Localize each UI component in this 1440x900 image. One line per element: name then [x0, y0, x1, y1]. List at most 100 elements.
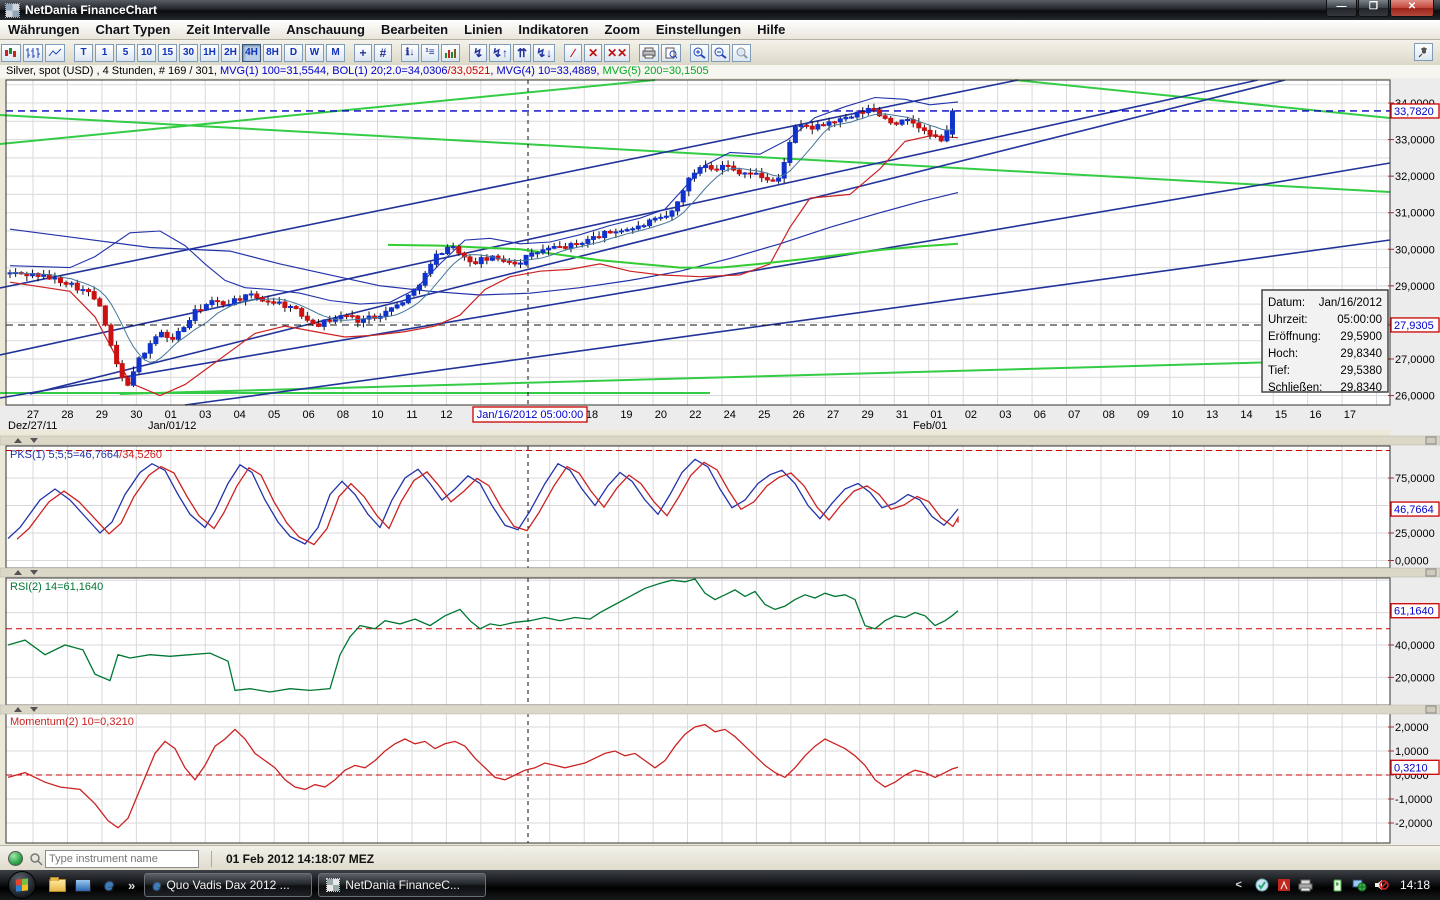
interval-button-30[interactable]: 30	[179, 44, 198, 62]
maximize-button[interactable]: ❐	[1358, 0, 1389, 17]
trendline-up-button[interactable]: ↯↑	[489, 44, 511, 62]
svg-text:10: 10	[1172, 409, 1184, 421]
channel-button[interactable]: ⇈	[513, 44, 531, 62]
interval-button-t[interactable]: T	[74, 44, 93, 62]
svg-text:28: 28	[61, 409, 73, 421]
data-list-button[interactable]: ¹≡	[421, 44, 439, 62]
svg-text:06: 06	[1034, 409, 1046, 421]
panel-rsi[interactable]	[6, 578, 1390, 705]
tray-volume-muted-icon[interactable]	[1374, 877, 1390, 893]
chart-area[interactable]: Datum:Jan/16/2012Uhrzeit:05:00:00Eröffnu…	[0, 78, 1440, 845]
quicklaunch-overflow-chevron[interactable]: »	[128, 878, 135, 893]
candle-info-box: Datum:Jan/16/2012Uhrzeit:05:00:00Eröffnu…	[1262, 290, 1388, 394]
crosshair-date-box: Jan/16/2012 05:00:00	[473, 407, 587, 422]
svg-text:Datum:: Datum:	[1268, 297, 1305, 309]
svg-text:PKS(1) 5;5;5=46,7664/34,5260: PKS(1) 5;5;5=46,7664/34,5260	[10, 449, 162, 461]
title-bar: NetDania FinanceChart — ❐ ✕	[0, 0, 1440, 20]
menu-item-indikatoren[interactable]: Indikatoren	[510, 22, 596, 37]
current-price-box: 33,7820	[1391, 104, 1439, 118]
info-tool-button[interactable]: ℹ↓	[401, 44, 419, 62]
interval-button-5[interactable]: 5	[116, 44, 135, 62]
print-button[interactable]	[639, 44, 659, 62]
menu-item-linien[interactable]: Linien	[456, 22, 510, 37]
svg-text:02: 02	[965, 409, 977, 421]
svg-text:19: 19	[620, 409, 632, 421]
menu-item-bearbeiten[interactable]: Bearbeiten	[373, 22, 456, 37]
trendline-button[interactable]: ↯	[469, 44, 487, 62]
delete-selected-button[interactable]: ✕	[584, 44, 602, 62]
minimize-button[interactable]: —	[1326, 0, 1357, 17]
close-button[interactable]: ✕	[1390, 0, 1434, 17]
print-preview-button[interactable]	[661, 44, 681, 62]
line-chart-button[interactable]	[45, 44, 65, 62]
interval-button-10[interactable]: 10	[137, 44, 156, 62]
menu-item-einstellungen[interactable]: Einstellungen	[648, 22, 749, 37]
grid-tool-button[interactable]: #	[374, 44, 392, 62]
panel-pks[interactable]	[6, 446, 1390, 568]
interval-button-8h[interactable]: 8H	[263, 44, 282, 62]
search-icon	[29, 852, 43, 866]
tray-network-icon[interactable]	[1352, 877, 1368, 893]
svg-text:26: 26	[793, 409, 805, 421]
delete-all-button[interactable]: ✕✕	[604, 44, 630, 62]
splitter-3[interactable]	[0, 705, 1440, 714]
taskbar-button-browser[interactable]: e Quo Vadis Dax 2012 ...	[144, 873, 312, 897]
svg-text:Tief:: Tief:	[1268, 365, 1290, 377]
crosshair-tool-button[interactable]: +	[354, 44, 372, 62]
quicklaunch-desktop[interactable]	[73, 875, 93, 895]
svg-text:29: 29	[861, 409, 873, 421]
zoom-out-button[interactable]	[711, 44, 730, 62]
svg-text:27,0000: 27,0000	[1395, 354, 1435, 366]
tray-app-icon-blue[interactable]	[1254, 877, 1270, 893]
svg-text:-2,0000: -2,0000	[1395, 818, 1432, 830]
interval-button-4h[interactable]: 4H	[242, 44, 261, 62]
splitter-1[interactable]	[0, 436, 1440, 445]
menu-item-zeit-intervalle[interactable]: Zeit Intervalle	[178, 22, 278, 37]
interval-button-w[interactable]: W	[305, 44, 324, 62]
menu-item-anschauung[interactable]: Anschauung	[278, 22, 373, 37]
quicklaunch-ie[interactable]: e	[99, 875, 119, 895]
svg-text:33,7820: 33,7820	[1394, 106, 1434, 118]
tray-power-icon[interactable]	[1330, 877, 1346, 893]
interval-button-15[interactable]: 15	[158, 44, 177, 62]
svg-text:61,1640: 61,1640	[1394, 606, 1434, 618]
trendline-down-button[interactable]: ↯↓	[533, 44, 555, 62]
line-chart-icon	[48, 47, 62, 59]
menu-item-zoom[interactable]: Zoom	[597, 22, 648, 37]
instrument-search-input[interactable]	[45, 850, 199, 868]
interval-button-m[interactable]: M	[326, 44, 345, 62]
tray-app-icon-red[interactable]	[1276, 877, 1292, 893]
start-button[interactable]	[8, 871, 36, 899]
window-title: NetDania FinanceChart	[25, 3, 157, 17]
bar-chart-button[interactable]	[23, 44, 43, 62]
interval-button-1h[interactable]: 1H	[200, 44, 219, 62]
quicklaunch-folder[interactable]	[47, 875, 67, 895]
svg-text:75,0000: 75,0000	[1395, 473, 1435, 485]
menu-item-währungen[interactable]: Währungen	[0, 22, 88, 37]
interval-button-2h[interactable]: 2H	[221, 44, 240, 62]
zoom-out-icon	[714, 47, 727, 59]
interval-button-1[interactable]: 1	[95, 44, 114, 62]
tray-printer-icon[interactable]	[1298, 877, 1314, 893]
menu-item-hilfe[interactable]: Hilfe	[749, 22, 793, 37]
taskbar-button-netdania[interactable]: NetDania FinanceC...	[318, 873, 486, 897]
menu-bar: WährungenChart TypenZeit IntervalleAnsch…	[0, 20, 1440, 40]
chart-canvas[interactable]: Datum:Jan/16/2012Uhrzeit:05:00:00Eröffnu…	[0, 78, 1440, 845]
delete-selected-icon: ✕	[588, 47, 598, 59]
zoom-in-button[interactable]	[690, 44, 709, 62]
candlestick-chart-button[interactable]	[1, 44, 21, 62]
delete-line-icon: ∕	[572, 47, 574, 59]
delete-line-button[interactable]: ∕	[564, 44, 582, 62]
interval-button-d[interactable]: D	[284, 44, 303, 62]
pin-panel-button[interactable]	[1414, 43, 1433, 61]
svg-text:Jan/16/2012: Jan/16/2012	[1319, 297, 1382, 309]
panel-main[interactable]	[6, 80, 1390, 405]
volume-button[interactable]	[441, 44, 460, 62]
splitter-2[interactable]	[0, 568, 1440, 577]
zoom-region-button[interactable]	[732, 44, 751, 62]
svg-text:RSI(2) 14=61,1640: RSI(2) 14=61,1640	[10, 581, 103, 593]
svg-text:30,0000: 30,0000	[1395, 244, 1435, 256]
menu-item-chart-typen[interactable]: Chart Typen	[88, 22, 179, 37]
svg-text:1,0000: 1,0000	[1395, 746, 1429, 758]
tray-expand-chevron[interactable]: <	[1236, 879, 1242, 891]
